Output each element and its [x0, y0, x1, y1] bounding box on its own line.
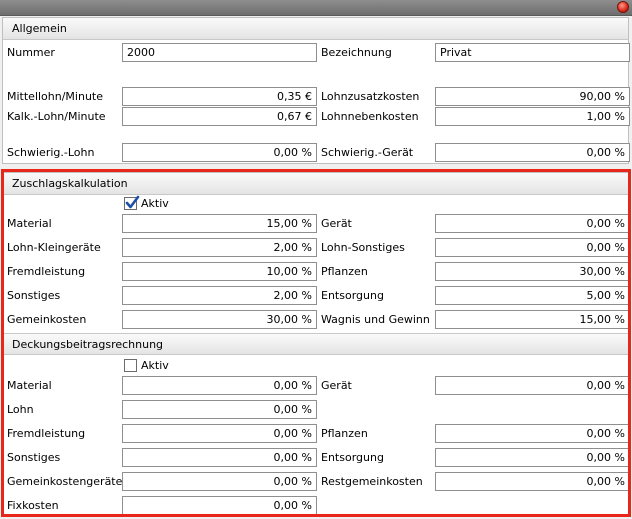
kalk-lohn-label: Kalk.-Lohn/Minute [7, 110, 106, 123]
deckung-right-label: Pflanzen [321, 427, 368, 440]
zuschlag-right-label: Lohn-Sonstiges [321, 241, 405, 254]
zuschlag-right-field[interactable]: 5,00 % [435, 286, 630, 305]
zuschlag-aktiv-checkbox[interactable] [124, 195, 140, 210]
schwierig-lohn-field[interactable]: 0,00 % [122, 143, 317, 162]
zuschlag-right-field[interactable]: 15,00 % [435, 310, 630, 329]
mittellohn-field[interactable]: 0,35 € [122, 87, 317, 106]
deckung-left-label: Material [7, 379, 52, 392]
section-header-allgemein: Allgemein [3, 18, 628, 40]
zuschlag-right-label: Pflanzen [321, 265, 368, 278]
zuschlag-right-field[interactable]: 30,00 % [435, 262, 630, 281]
zuschlag-right-label: Wagnis und Gewinn [321, 313, 430, 326]
close-icon[interactable] [617, 1, 629, 13]
zuschlag-left-field[interactable]: 10,00 % [122, 262, 317, 281]
section-header-deckung: Deckungsbeitragsrechnung [3, 333, 628, 355]
deckung-right-label: Gerät [321, 379, 352, 392]
zuschlag-left-field[interactable]: 2,00 % [122, 238, 317, 257]
schwierig-geraet-label: Schwierig.-Gerät [321, 146, 414, 159]
lohnzusatzkosten-label: Lohnzusatzkosten [321, 90, 420, 103]
lohnnebenkosten-label: Lohnnebenkosten [321, 110, 419, 123]
zuschlag-left-label: Sonstiges [7, 289, 61, 302]
deckung-left-field[interactable]: 0,00 % [122, 424, 317, 443]
lohnnebenkosten-field[interactable]: 1,00 % [435, 107, 630, 126]
deckung-left-field[interactable]: 0,00 % [122, 496, 317, 515]
zuschlag-left-field[interactable]: 15,00 % [122, 214, 317, 233]
section-header-zuschlag: Zuschlagskalkulation [3, 173, 628, 195]
nummer-label: Nummer [7, 46, 55, 59]
zuschlag-right-field[interactable]: 0,00 % [435, 238, 630, 257]
bezeichnung-field[interactable]: Privat [435, 43, 630, 62]
zuschlag-right-label: Gerät [321, 217, 352, 230]
deckung-left-field[interactable]: 0,00 % [122, 400, 317, 419]
kalk-lohn-field[interactable]: 0,67 € [122, 107, 317, 126]
deckung-right-field[interactable]: 0,00 % [435, 448, 630, 467]
lohnzusatzkosten-field[interactable]: 90,00 % [435, 87, 630, 106]
deckung-left-label: Fremdleistung [7, 427, 86, 440]
zuschlag-left-label: Lohn-Kleingeräte [7, 241, 101, 254]
schwierig-geraet-field[interactable]: 0,00 % [435, 143, 630, 162]
zuschlag-left-field[interactable]: 2,00 % [122, 286, 317, 305]
deckung-left-field[interactable]: 0,00 % [122, 448, 317, 467]
zuschlag-aktiv-label: Aktiv [141, 197, 169, 210]
section-kalkulation: Zuschlagskalkulation Aktiv Material 15,0… [2, 172, 630, 515]
checkmark-icon [125, 195, 140, 209]
deckung-right-label: Restgemeinkosten [321, 475, 423, 488]
zuschlag-right-label: Entsorgung [321, 289, 384, 302]
schwierig-lohn-label: Schwierig.-Lohn [7, 146, 95, 159]
deckung-left-label: Fixkosten [7, 499, 59, 512]
zuschlag-left-label: Material [7, 217, 52, 230]
deckung-aktiv-checkbox[interactable] [124, 359, 137, 372]
deckung-aktiv-label: Aktiv [141, 359, 169, 372]
deckung-left-label: Sonstiges [7, 451, 61, 464]
section-allgemein: Allgemein Nummer 2000 Bezeichnung Privat… [2, 17, 630, 164]
deckung-right-field[interactable]: 0,00 % [435, 472, 630, 491]
bezeichnung-label: Bezeichnung [321, 46, 392, 59]
deckung-right-label: Entsorgung [321, 451, 384, 464]
deckung-left-field[interactable]: 0,00 % [122, 376, 317, 395]
mittellohn-label: Mittellohn/Minute [7, 90, 104, 103]
zuschlag-left-label: Gemeinkosten [7, 313, 87, 326]
deckung-left-label: Lohn [7, 403, 34, 416]
window-titlebar[interactable] [0, 0, 632, 16]
zuschlag-right-field[interactable]: 0,00 % [435, 214, 630, 233]
deckung-left-field[interactable]: 0,00 % [122, 472, 317, 491]
deckung-left-label: Gemeinkostengeräte [7, 475, 123, 488]
deckung-right-field[interactable]: 0,00 % [435, 424, 630, 443]
zuschlag-left-field[interactable]: 30,00 % [122, 310, 317, 329]
deckung-right-field[interactable]: 0,00 % [435, 376, 630, 395]
zuschlag-left-label: Fremdleistung [7, 265, 86, 278]
nummer-field[interactable]: 2000 [122, 43, 317, 62]
